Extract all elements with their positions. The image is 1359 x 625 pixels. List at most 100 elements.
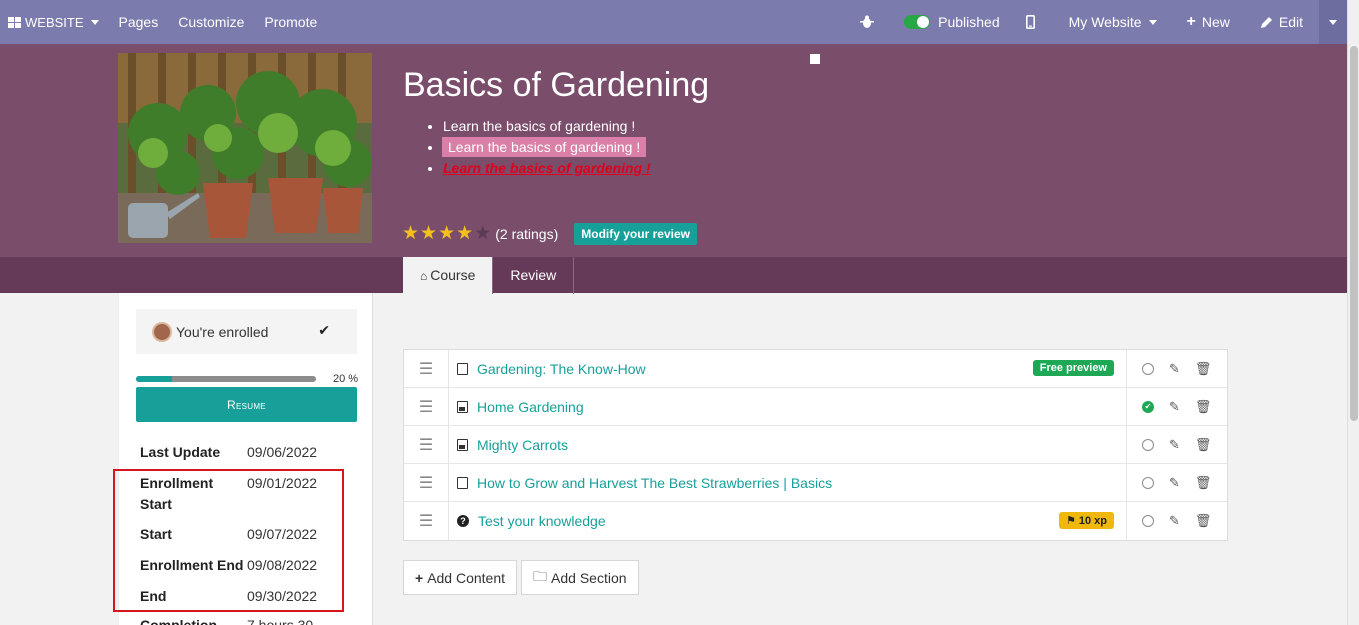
description-text: Learn the basics of gardening !	[443, 118, 636, 134]
description-item: Learn the basics of gardening !	[442, 137, 651, 158]
pencil-icon[interactable]: ✎	[1169, 437, 1180, 453]
modify-review-button[interactable]: Modify your review	[574, 223, 697, 245]
content-row: ☰ Mighty Carrots ✎ 🗑	[404, 426, 1227, 464]
content-actions: ✎ 🗑	[1127, 350, 1227, 387]
avatar	[152, 321, 172, 342]
pencil-icon[interactable]: ✎	[1169, 475, 1180, 491]
content-actions: ✔ ✎ 🗑	[1127, 388, 1227, 425]
content-row: ☰ Home Gardening ✔ ✎ 🗑	[404, 388, 1227, 426]
content-main: Gardening: The Know-How Free preview	[449, 350, 1127, 387]
pdf-icon	[457, 476, 468, 489]
pencil-icon[interactable]: ✎	[1169, 513, 1180, 529]
trash-icon[interactable]: 🗑	[1195, 437, 1212, 453]
incomplete-circle-icon[interactable]	[1142, 438, 1154, 451]
caret-down-icon	[1148, 19, 1157, 25]
tab-course[interactable]: ⌂ Course	[403, 257, 494, 294]
drag-handle-icon[interactable]: ☰	[404, 464, 449, 501]
website-menu[interactable]: WEBSITE	[0, 0, 109, 44]
content-row: ☰ ? Test your knowledge ⚑ 10 xp ✎ 🗑	[404, 502, 1227, 540]
pdf-icon	[457, 362, 468, 375]
plus-icon: +	[415, 569, 424, 586]
folder-icon: 🗀	[533, 567, 548, 584]
caret-down-icon	[1329, 19, 1337, 25]
page-scrollbar[interactable]	[1347, 0, 1359, 625]
info-value: 7 hours 30	[247, 617, 314, 625]
trash-icon[interactable]: 🗑	[1195, 475, 1212, 491]
course-cover-image	[118, 53, 372, 243]
edit-button[interactable]: Edit	[1246, 0, 1319, 44]
ratings-count: (2 ratings)	[495, 226, 559, 242]
tab-review-label: Review	[510, 267, 557, 283]
website-menu-label: WEBSITE	[25, 14, 84, 30]
debug-button[interactable]	[846, 0, 888, 44]
course-tabs: ⌂ Course Review	[403, 257, 575, 294]
image-icon	[457, 438, 468, 451]
drag-handle-icon[interactable]: ☰	[404, 388, 449, 425]
mobile-icon	[1025, 15, 1035, 29]
edit-dropdown-toggle[interactable]	[1319, 0, 1347, 44]
course-header: Basics of Gardening Learn the basics of …	[0, 44, 1347, 294]
incomplete-circle-icon[interactable]	[1142, 362, 1154, 375]
my-website-menu[interactable]: My Website	[1053, 0, 1169, 44]
description-text-red: Learn the basics of gardening !	[443, 160, 651, 176]
star-filled-icon: ★	[456, 223, 474, 244]
drag-handle-icon[interactable]: ☰	[404, 502, 449, 540]
content-main: Home Gardening	[449, 388, 1127, 425]
flag-icon: ⚑	[1065, 515, 1079, 527]
progress-fill	[136, 376, 172, 382]
content-buttons: + Add Content 🗀 Add Section	[403, 560, 639, 595]
add-content-label: Add Content	[427, 569, 506, 586]
new-button[interactable]: + New	[1169, 0, 1246, 44]
content-actions: ✎ 🗑	[1127, 426, 1227, 463]
pencil-icon[interactable]: ✎	[1169, 361, 1180, 377]
tab-review[interactable]: Review	[493, 257, 575, 294]
content-row: ☰ How to Grow and Harvest The Best Straw…	[404, 464, 1227, 502]
xp-badge: ⚑ 10 xp	[1058, 512, 1114, 529]
tabs-band	[0, 257, 1347, 293]
content-row: ☰ Gardening: The Know-How Free preview ✎…	[404, 350, 1227, 388]
incomplete-circle-icon[interactable]	[1142, 515, 1154, 527]
add-section-button[interactable]: 🗀 Add Section	[521, 560, 639, 595]
toggle-switch-icon	[904, 15, 931, 29]
course-rating: ★ ★ ★ ★ ★ (2 ratings) Modify your review	[402, 223, 697, 245]
star-filled-icon: ★	[438, 223, 456, 244]
description-item: Learn the basics of gardening !	[443, 158, 651, 179]
trash-icon[interactable]: 🗑	[1195, 513, 1212, 529]
mobile-preview-button[interactable]	[1008, 0, 1053, 44]
drag-handle-icon[interactable]: ☰	[404, 426, 449, 463]
completed-check-icon[interactable]: ✔	[1142, 400, 1154, 413]
question-icon: ?	[457, 515, 469, 527]
home-icon: ⌂	[420, 269, 428, 283]
scrollbar-thumb[interactable]	[1350, 46, 1358, 421]
caret-down-icon	[90, 19, 99, 25]
plus-icon: +	[1186, 13, 1196, 30]
content-title-link[interactable]: Home Gardening	[477, 399, 584, 415]
description-item: Learn the basics of gardening !	[443, 116, 651, 137]
add-content-button[interactable]: + Add Content	[403, 560, 518, 595]
info-key: Completion	[140, 617, 217, 625]
trash-icon[interactable]: 🗑	[1195, 361, 1212, 377]
content-title-link[interactable]: Mighty Carrots	[477, 437, 568, 453]
menu-pages[interactable]: Pages	[109, 0, 169, 44]
highlight-box	[113, 469, 344, 612]
published-toggle[interactable]: Published	[888, 0, 1008, 44]
content-title-link[interactable]: Gardening: The Know-How	[477, 361, 646, 377]
xp-badge-label: 10 xp	[1078, 515, 1107, 527]
trash-icon[interactable]: 🗑	[1195, 399, 1212, 415]
star-empty-icon: ★	[474, 223, 492, 244]
edit-label: Edit	[1278, 14, 1303, 30]
incomplete-circle-icon[interactable]	[1142, 476, 1154, 489]
content-title-link[interactable]: Test your knowledge	[478, 513, 606, 529]
tab-course-label: Course	[430, 267, 476, 283]
drag-handle-icon[interactable]: ☰	[404, 350, 449, 387]
menu-customize[interactable]: Customize	[168, 0, 254, 44]
checkmark-icon: ✔	[318, 322, 330, 338]
resume-button[interactable]: Resume	[136, 387, 357, 422]
info-value: 09/06/2022	[247, 444, 318, 460]
add-section-label: Add Section	[551, 569, 627, 586]
menu-promote[interactable]: Promote	[254, 0, 327, 44]
content-title-link[interactable]: How to Grow and Harvest The Best Strawbe…	[477, 475, 832, 491]
pencil-icon[interactable]: ✎	[1169, 399, 1180, 415]
free-preview-badge: Free preview	[1032, 360, 1114, 376]
enrolled-label: You're enrolled	[176, 323, 269, 340]
